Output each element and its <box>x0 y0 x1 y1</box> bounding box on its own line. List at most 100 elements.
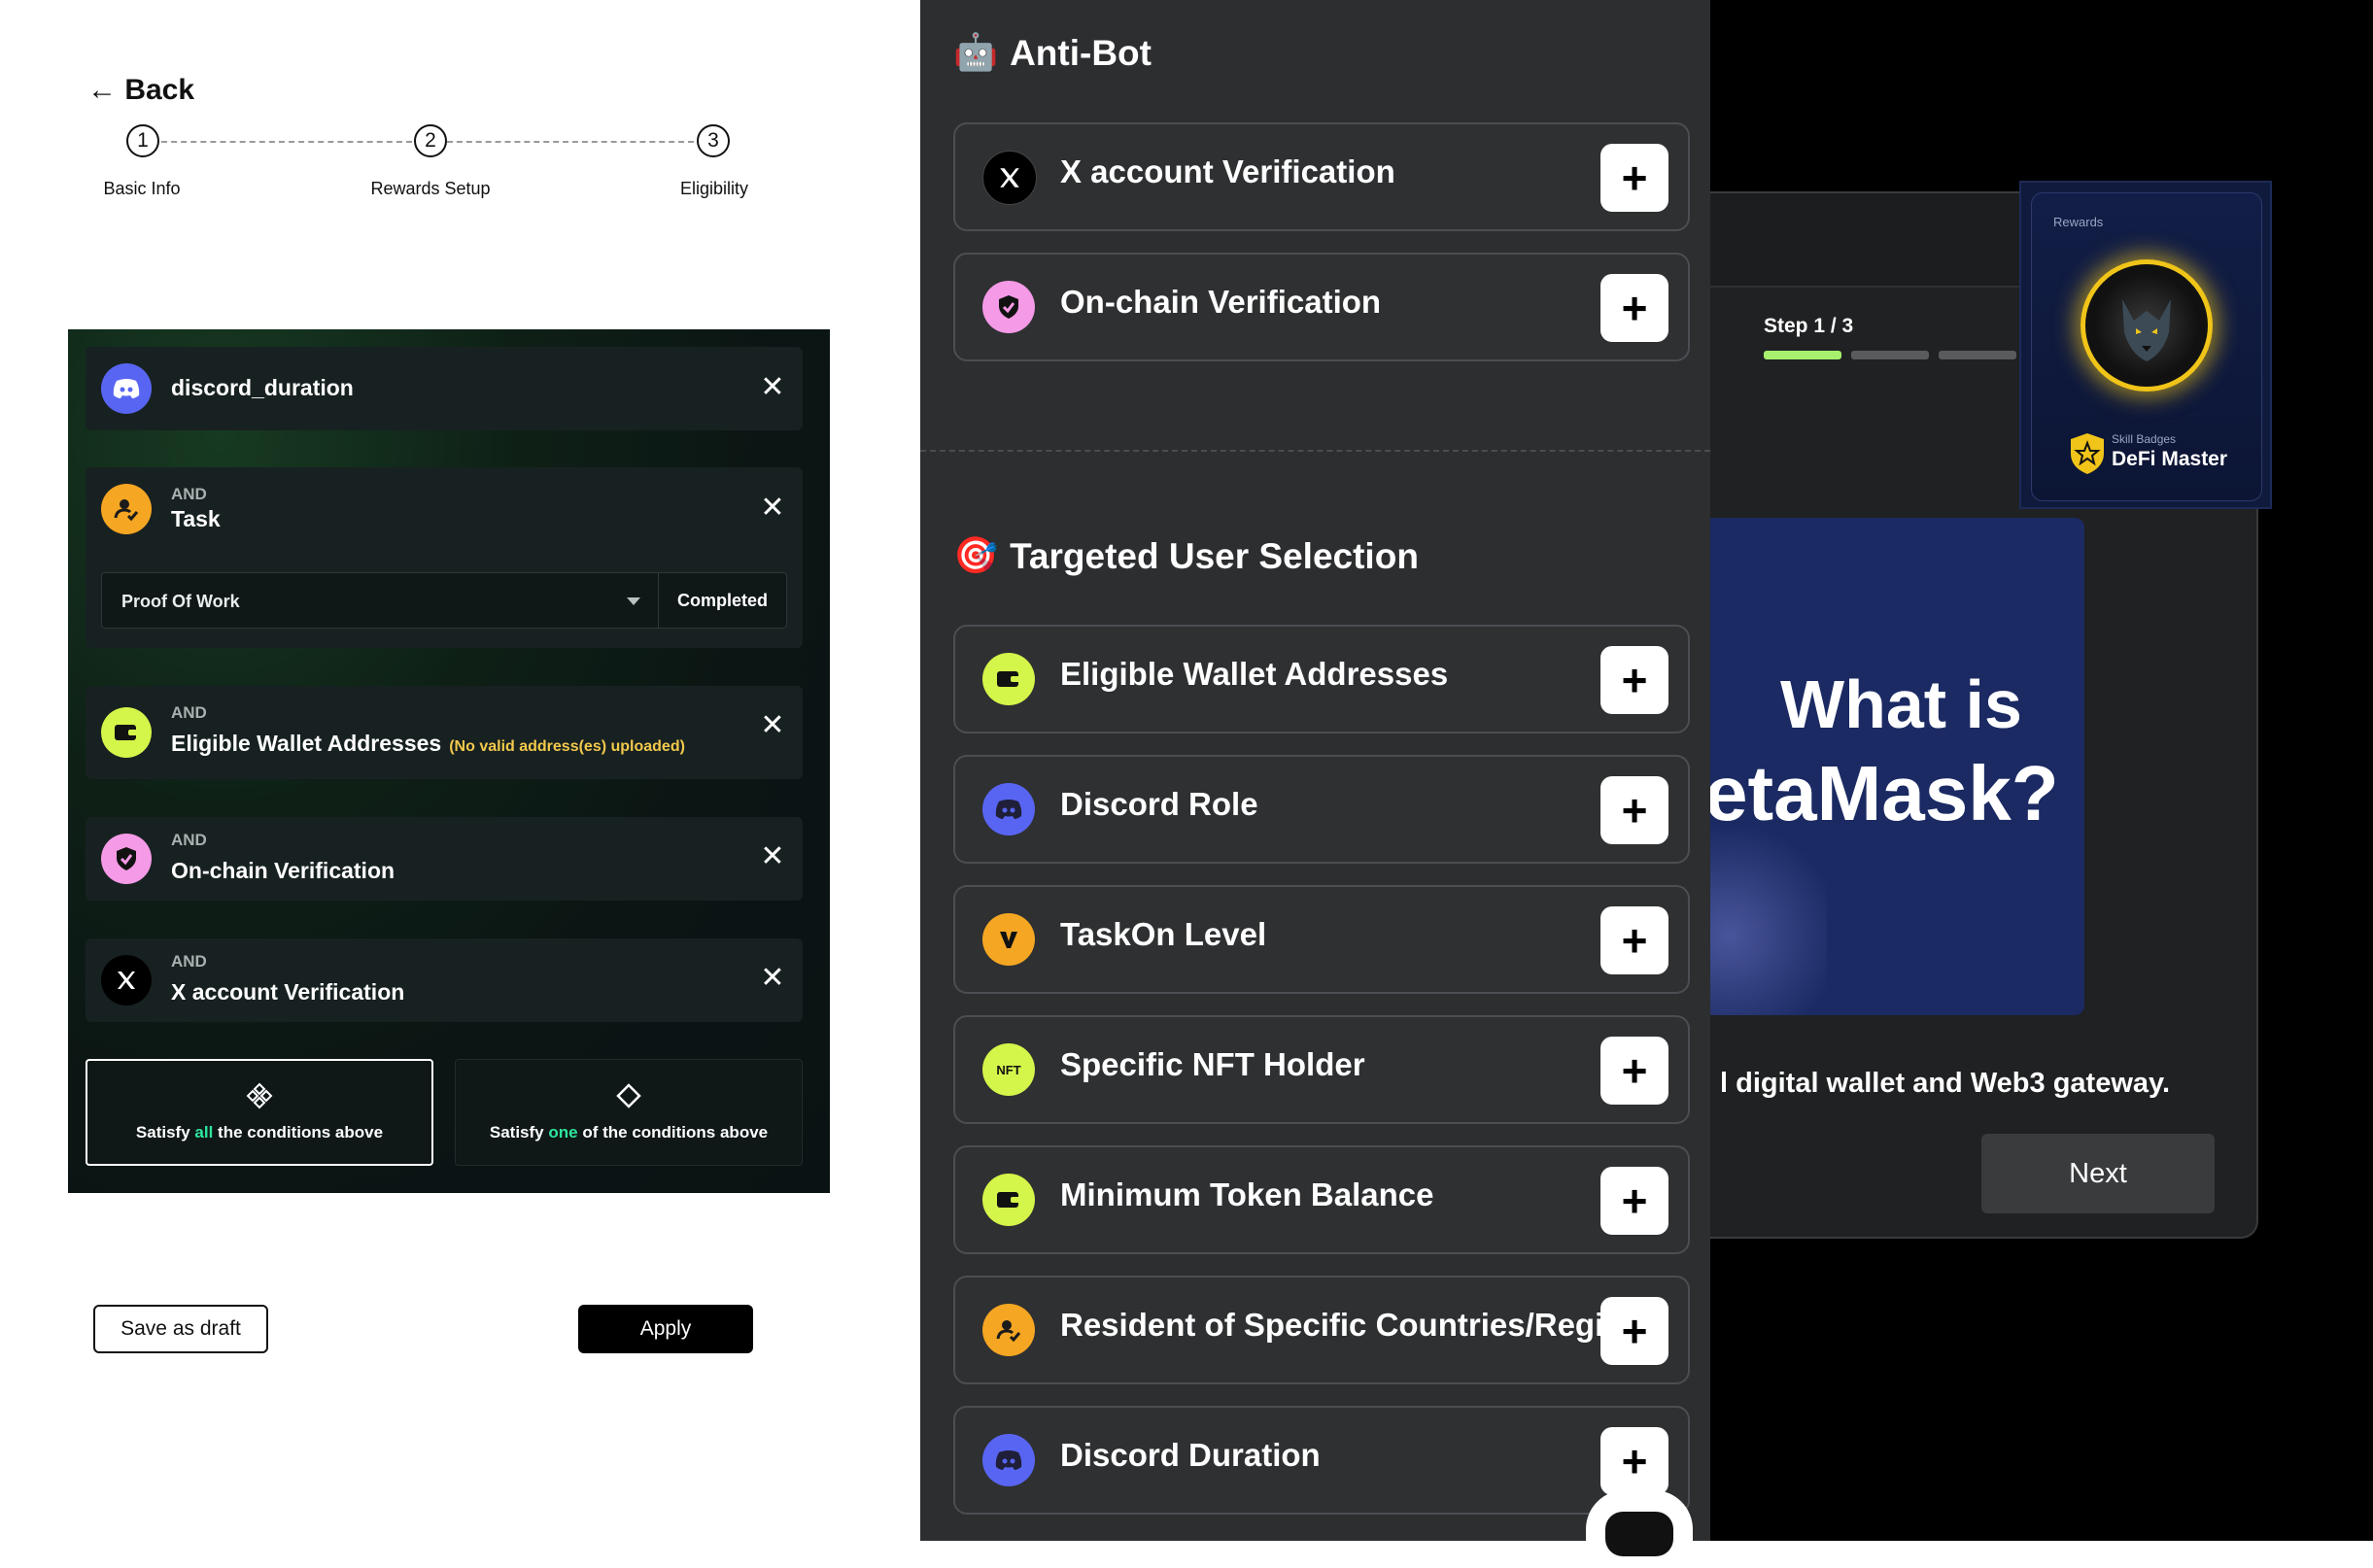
step-2-circle[interactable]: 2 <box>414 124 447 157</box>
step-2-label: Rewards Setup <box>370 179 491 198</box>
option-discord-duration[interactable]: Discord Duration + <box>953 1406 1690 1515</box>
robot-face <box>1605 1512 1673 1556</box>
wallet-icon <box>982 653 1035 705</box>
option-discord-role[interactable]: Discord Role + <box>953 755 1690 864</box>
satisfy-all-label: Satisfy all the conditions above <box>135 1123 384 1142</box>
add-button[interactable]: + <box>1600 274 1668 342</box>
condition-task: AND Task ✕ Proof Of Work Completed <box>86 467 803 648</box>
add-button[interactable]: + <box>1600 1297 1668 1365</box>
back-link[interactable]: ← Back <box>87 74 194 107</box>
and-label: AND <box>171 485 207 503</box>
add-button[interactable]: + <box>1600 1167 1668 1235</box>
chevron-down-icon <box>627 597 640 605</box>
add-button[interactable]: + <box>1600 1037 1668 1105</box>
step-1-circle[interactable]: 1 <box>126 124 159 157</box>
reward-card: Rewards Skill Badges DeFi Master <box>2019 181 2272 509</box>
diamond-icon <box>616 1083 641 1108</box>
add-button[interactable]: + <box>1600 906 1668 974</box>
add-button[interactable]: + <box>1600 646 1668 714</box>
and-label: AND <box>171 831 207 849</box>
close-icon[interactable]: ✕ <box>758 964 787 993</box>
condition-options-panel: 🤖 Anti-Bot X account Verification + On-c… <box>920 0 1710 1541</box>
warning-note: (No valid address(es) uploaded) <box>449 738 685 755</box>
quest-preview-panel: Step 1 / 3 What is etaMask? l digital wa… <box>1710 0 2373 1541</box>
hero-glow <box>1710 809 1827 1015</box>
shield-check-icon <box>101 834 152 884</box>
close-icon[interactable]: ✕ <box>758 494 787 523</box>
conditions-panel: discord_duration ✕ AND Task ✕ Proof Of W… <box>68 329 830 1193</box>
progress-segment <box>1939 351 2016 359</box>
option-resident-region[interactable]: Resident of Specific Countries/Regions + <box>953 1276 1690 1384</box>
close-icon[interactable]: ✕ <box>758 842 787 871</box>
next-button[interactable]: Next <box>1981 1134 2215 1213</box>
satisfy-all-button[interactable]: Satisfy all the conditions above <box>86 1059 433 1166</box>
step-3-label: Eligibility <box>679 179 749 198</box>
hero-description: l digital wallet and Web3 gateway. <box>1720 1068 2171 1099</box>
task-status-select[interactable]: Completed <box>659 572 787 629</box>
step-3-circle[interactable]: 3 <box>697 124 730 157</box>
progress-segment <box>1764 351 1841 359</box>
hero-title-line1: What is <box>1780 666 2022 742</box>
satisfy-one-button[interactable]: Satisfy one of the conditions above <box>455 1059 803 1166</box>
option-label: Resident of Specific Countries/Regions <box>1060 1307 1661 1343</box>
wallet-icon <box>101 707 152 758</box>
option-nft-holder[interactable]: NFT Specific NFT Holder + <box>953 1015 1690 1124</box>
save-as-draft-button[interactable]: Save as draft <box>93 1305 268 1353</box>
discord-icon <box>982 783 1035 835</box>
badge-category: Skill Badges <box>2112 432 2177 446</box>
option-x-account-verification[interactable]: X account Verification + <box>953 122 1690 231</box>
back-label: ← Back <box>87 74 195 106</box>
condition-discord-duration: discord_duration ✕ <box>86 347 803 430</box>
svg-text:NFT: NFT <box>996 1063 1020 1077</box>
option-label: Discord Duration <box>1060 1437 1321 1473</box>
hero-card: What is etaMask? <box>1710 518 2084 1015</box>
select-value: Proof Of Work <box>121 592 240 611</box>
user-check-icon <box>101 484 152 534</box>
hero-title-line2: etaMask? <box>1710 750 2059 836</box>
add-button[interactable]: + <box>1600 144 1668 212</box>
option-label: Eligible Wallet Addresses <box>1060 656 1449 692</box>
star-shield-icon <box>2071 433 2104 474</box>
x-logo-icon <box>101 955 152 1006</box>
apply-button[interactable]: Apply <box>578 1305 753 1353</box>
add-button[interactable]: + <box>1600 776 1668 844</box>
diamond-group-icon <box>246 1082 273 1109</box>
option-eligible-wallet[interactable]: Eligible Wallet Addresses + <box>953 625 1690 733</box>
step-connector <box>161 141 412 143</box>
condition-title: On-chain Verification <box>171 858 396 883</box>
option-min-token-balance[interactable]: Minimum Token Balance + <box>953 1145 1690 1254</box>
option-label: Specific NFT Holder <box>1060 1046 1365 1082</box>
task-type-select[interactable]: Proof Of Work <box>101 572 659 629</box>
option-label: TaskOn Level <box>1060 916 1267 952</box>
anti-bot-heading: 🤖 Anti-Bot <box>953 32 1152 73</box>
discord-icon <box>982 1434 1035 1486</box>
condition-title: Eligible Wallet Addresses (No valid addre… <box>171 731 685 756</box>
satisfy-one-label: Satisfy one of the conditions above <box>489 1123 769 1142</box>
reward-label: Rewards <box>2053 215 2104 229</box>
x-logo-icon <box>982 151 1037 205</box>
target-icon: 🎯 <box>953 535 999 575</box>
add-button[interactable]: + <box>1600 1427 1668 1495</box>
condition-wallet: AND Eligible Wallet Addresses (No valid a… <box>86 686 803 779</box>
reward-inner: Rewards Skill Badges DeFi Master <box>2031 192 2262 501</box>
badge-name: DeFi Master <box>2112 448 2228 470</box>
option-label: On-chain Verification <box>1060 284 1382 320</box>
option-label: X account Verification <box>1060 153 1395 189</box>
option-label: Minimum Token Balance <box>1060 1176 1434 1212</box>
robot-mascot <box>1586 1490 1693 1568</box>
condition-x-account: AND X account Verification ✕ <box>86 938 803 1022</box>
and-label: AND <box>171 703 207 722</box>
wolf-badge-image <box>2081 259 2213 392</box>
condition-title: discord_duration <box>171 375 354 400</box>
close-icon[interactable]: ✕ <box>758 373 787 402</box>
close-icon[interactable]: ✕ <box>758 711 787 740</box>
shield-check-icon <box>982 281 1035 333</box>
option-label: Discord Role <box>1060 786 1258 822</box>
wallet-icon <box>982 1174 1035 1226</box>
step-connector <box>447 141 694 143</box>
targeted-selection-heading: 🎯 Targeted User Selection <box>953 535 1419 576</box>
condition-title: Task <box>171 506 221 531</box>
section-divider <box>920 450 1710 452</box>
option-onchain-verification[interactable]: On-chain Verification + <box>953 253 1690 361</box>
option-taskon-level[interactable]: TaskOn Level + <box>953 885 1690 994</box>
